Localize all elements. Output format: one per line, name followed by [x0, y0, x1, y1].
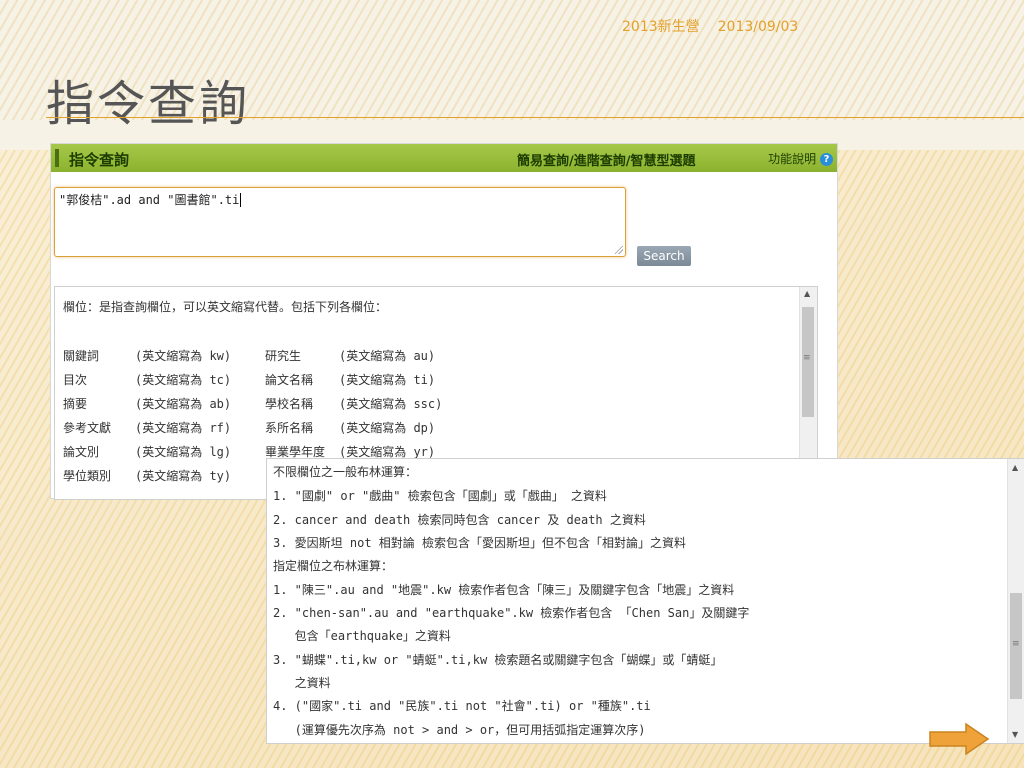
field-abbr: (英文縮寫為 dp) — [339, 421, 436, 435]
field-name: 論文別 — [63, 445, 100, 459]
field-name: 系所名稱 — [265, 421, 314, 435]
field-abbr: (英文縮寫為 rf) — [135, 421, 232, 435]
field-abbr: (英文縮寫為 lg) — [135, 445, 232, 459]
event-label: 2013新生營 — [622, 19, 700, 35]
text-cursor — [240, 193, 242, 207]
date-label: 2013/09/03 — [717, 19, 799, 35]
field-abbr: (英文縮寫為 au) — [339, 349, 436, 363]
field-abbr: (英文縮寫為 tc) — [135, 373, 232, 387]
popup-scrollbar[interactable]: ▲ ≡ ▼ — [1007, 459, 1024, 743]
field-abbr: (英文縮寫為 ti) — [339, 373, 436, 387]
field-name: 論文名稱 — [265, 373, 314, 387]
scroll-up-icon[interactable]: ▲ — [804, 289, 810, 298]
field-name: 關鍵詞 — [63, 349, 100, 363]
field-abbr: (英文縮寫為 ty) — [135, 469, 232, 483]
query-text[interactable]: "郭俊桔".ad and "圖書館".ti — [59, 193, 239, 207]
arrow-right-icon[interactable] — [928, 722, 990, 756]
help-line: 1. "國劇" or "戲曲" 檢索包含「國劇」或「戲曲」 之資料 — [273, 489, 607, 503]
scroll-up-icon[interactable]: ▲ — [1012, 463, 1018, 472]
panel-header: 指令查詢 簡易查詢/進階查詢/智慧型選題 功能說明 ? — [51, 144, 837, 172]
scroll-grip-icon: ≡ — [1012, 639, 1020, 649]
help-line: 2. "chen-san".au and "earthquake".kw 檢索作… — [273, 606, 750, 620]
slide-title: 指令查詢 — [46, 76, 251, 132]
slide-header: 2013新生營 2013/09/03 — [622, 16, 798, 36]
field-name: 摘要 — [63, 397, 88, 411]
field-abbr: (英文縮寫為 ab) — [135, 397, 232, 411]
help-line: (運算優先次序為 not > and > or，但可用括弧指定運算次序) — [273, 723, 646, 737]
query-mode-links[interactable]: 簡易查詢/進階查詢/智慧型選題 — [517, 150, 696, 169]
query-input[interactable]: "郭俊桔".ad and "圖書館".ti — [54, 187, 626, 257]
help-link[interactable]: 功能說明 ? — [768, 150, 833, 167]
field-name: 參考文獻 — [63, 421, 112, 435]
help-line: 之資料 — [273, 676, 331, 690]
help-label[interactable]: 功能說明 — [768, 152, 816, 166]
help-line: 不限欄位之一般布林運算： — [273, 465, 418, 479]
help-line: 4. ("國家".ti and "民族".ti not "社會".ti) or … — [273, 699, 651, 713]
resize-handle-icon[interactable] — [615, 246, 623, 254]
search-button[interactable]: Search — [637, 246, 691, 266]
help-line: 包含「earthquake」之資料 — [273, 629, 451, 643]
help-line: 1. "陳三".au and "地震".kw 檢索作者包含「陳三」及關鍵字包含「… — [273, 583, 735, 597]
boolean-help-popup: 不限欄位之一般布林運算： 1. "國劇" or "戲曲" 檢索包含「國劇」或「戲… — [266, 458, 1024, 744]
help-line: 3. 愛因斯坦 not 相對論 檢索包含「愛因斯坦」但不包含「相對論」之資料 — [273, 536, 687, 550]
command-query-panel: 指令查詢 簡易查詢/進階查詢/智慧型選題 功能說明 ? "郭俊桔".ad and… — [50, 143, 838, 500]
field-name: 目次 — [63, 373, 88, 387]
title-divider — [46, 117, 1024, 118]
help-icon[interactable]: ? — [820, 153, 833, 166]
help-line: 2. cancer and death 檢索同時包含 cancer 及 deat… — [273, 513, 646, 527]
field-name: 學位類別 — [63, 469, 112, 483]
field-abbr: (英文縮寫為 ssc) — [339, 397, 443, 411]
field-name: 學校名稱 — [265, 397, 314, 411]
help-line: 3. "蝴蝶".ti,kw or "蜻蜓".ti,kw 檢索題名或關鍵字包含「蝴… — [273, 653, 723, 667]
field-name: 研究生 — [265, 349, 302, 363]
help-line: 指定欄位之布林運算： — [273, 559, 394, 573]
field-abbr: (英文縮寫為 kw) — [135, 349, 232, 363]
field-help-intro: 欄位：是指查詢欄位，可以英文縮寫代替。包括下列各欄位： — [63, 300, 388, 314]
header-accent — [55, 149, 59, 167]
scroll-down-icon[interactable]: ▼ — [1012, 730, 1018, 739]
scroll-grip-icon: ≡ — [803, 353, 811, 363]
panel-title: 指令查詢 — [69, 151, 130, 169]
